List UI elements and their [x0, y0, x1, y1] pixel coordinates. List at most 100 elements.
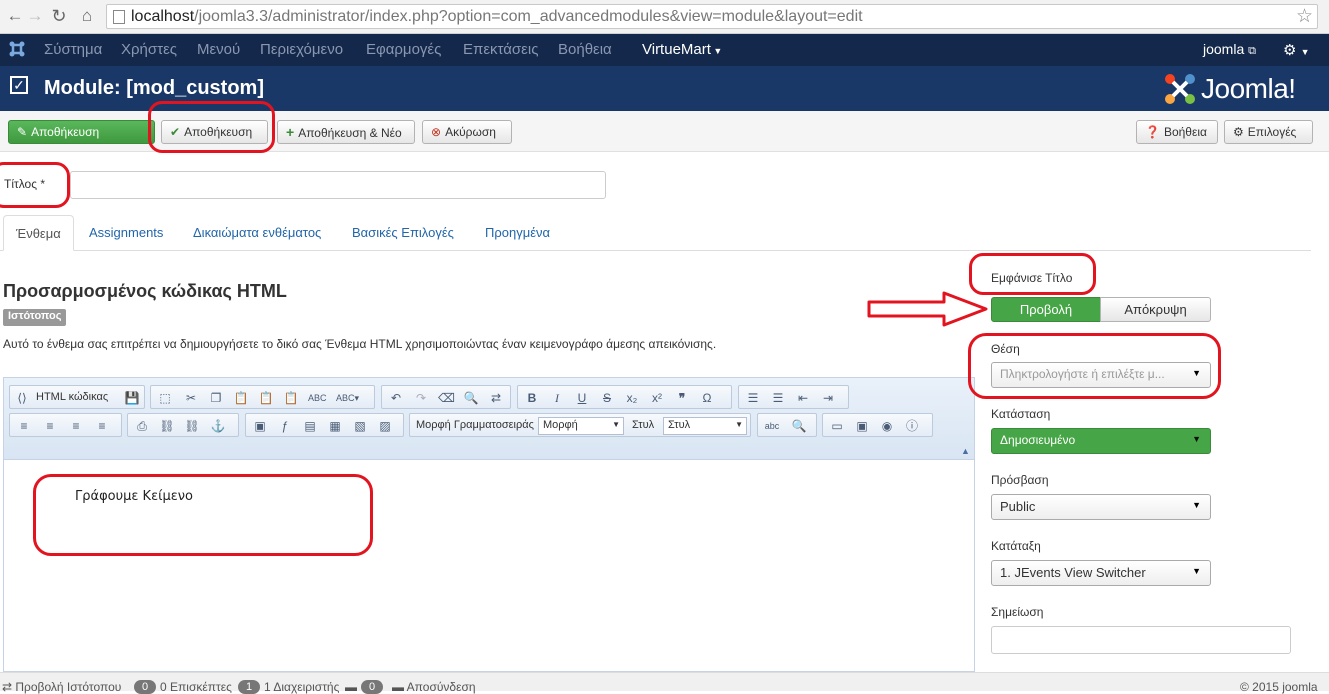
undo-icon[interactable]: ↶ — [388, 390, 404, 406]
options-button[interactable]: ⚙ Επιλογές — [1224, 120, 1313, 144]
align-center-icon[interactable]: ≡ — [42, 418, 58, 434]
strikethrough-icon[interactable]: S — [599, 390, 615, 406]
menu-menus[interactable]: Μενού — [197, 41, 240, 58]
view-site-link[interactable]: ⇄ Προβολή Ιστότοπου — [2, 680, 121, 694]
eraser-icon[interactable]: ⌫ — [438, 390, 455, 406]
menu-system[interactable]: Σύστημα — [44, 41, 102, 58]
align-left-icon[interactable]: ≡ — [16, 418, 32, 434]
save-disk-icon[interactable]: 💾 — [124, 390, 140, 406]
spellcheck-dropdown-icon[interactable]: ABC▾ — [336, 390, 359, 406]
cancel-circle-icon: ⊗ — [431, 125, 442, 139]
menu-virtuemart[interactable]: VirtueMart ▼ — [642, 41, 722, 58]
access-select[interactable]: Public ▼ — [991, 494, 1211, 520]
joomla-logo-icon[interactable] — [8, 40, 26, 58]
visitors-label-text: Επισκέπτες — [170, 680, 232, 694]
logout-label: Αποσύνδεση — [406, 680, 476, 694]
insert-media-icon[interactable]: ▧ — [352, 418, 368, 434]
insert-document-icon[interactable]: ▤ — [302, 418, 318, 434]
redo-icon[interactable]: ↷ — [413, 390, 429, 406]
access-value: Public — [1000, 499, 1036, 514]
format-select[interactable]: Μορφή ▼ — [538, 417, 624, 435]
module-description: Αυτό το ένθεμα σας επιτρέπει να δημιουργ… — [3, 337, 717, 351]
spellcheck-toggle-icon[interactable]: abc — [764, 418, 780, 434]
underline-icon[interactable]: U — [574, 390, 590, 406]
user-menu[interactable]: joomla ⧉ — [1203, 41, 1256, 58]
edit-icon: ✎ — [17, 125, 28, 139]
html-code-button[interactable]: HTML κώδικας — [36, 391, 108, 403]
style-select[interactable]: Στυλ ▼ — [663, 417, 747, 435]
bookmark-star-icon[interactable]: ☆ — [1296, 5, 1313, 28]
blockquote-icon[interactable]: ❞ — [674, 390, 690, 406]
unlink-icon[interactable]: ⛓ — [184, 418, 200, 434]
menu-users[interactable]: Χρήστες — [121, 41, 177, 58]
special-char-icon[interactable]: Ω — [699, 390, 715, 406]
info-icon[interactable]: ⓘ — [904, 418, 920, 434]
menu-virtuemart-label: VirtueMart — [642, 41, 711, 58]
menu-components[interactable]: Εφαρμογές — [366, 41, 441, 58]
select-all-icon[interactable]: ⬚ — [157, 390, 173, 406]
italic-icon[interactable]: I — [549, 390, 565, 406]
address-bar[interactable]: localhost/joomla3.3/administrator/index.… — [106, 4, 1318, 29]
paste-text-icon[interactable]: 📋 — [258, 390, 274, 406]
show-title-hide-button[interactable]: Απόκρυψη — [1100, 297, 1211, 322]
forward-arrow-icon[interactable]: → — [24, 5, 46, 27]
tab-permissions[interactable]: Δικαιώματα ενθέματος — [193, 215, 321, 251]
outdent-icon[interactable]: ⇤ — [795, 390, 811, 406]
bold-icon[interactable]: B — [524, 390, 540, 406]
fullscreen-icon[interactable]: ▭ — [829, 418, 845, 434]
reload-icon[interactable]: ↻ — [48, 5, 70, 27]
save-button[interactable]: ✎ Αποθήκευση — [8, 120, 155, 144]
insert-template-icon[interactable]: ▨ — [377, 418, 393, 434]
align-right-icon[interactable]: ≡ — [68, 418, 84, 434]
chevron-down-icon: ▼ — [1192, 500, 1201, 510]
ordering-select[interactable]: 1. JEvents View Switcher ▼ — [991, 560, 1211, 586]
superscript-icon[interactable]: x² — [649, 390, 665, 406]
note-input[interactable] — [991, 626, 1291, 654]
menu-content[interactable]: Περιεχόμενο — [260, 41, 343, 58]
align-justify-icon[interactable]: ≡ — [94, 418, 110, 434]
copy-icon[interactable]: ❐ — [208, 390, 224, 406]
paste-icon[interactable]: 📋 — [233, 390, 249, 406]
menu-extensions[interactable]: Επεκτάσεις — [463, 41, 538, 58]
help-button[interactable]: ❓ Βοήθεια — [1136, 120, 1218, 144]
replace-icon[interactable]: ⇄ — [488, 390, 504, 406]
settings-gear-icon[interactable]: ⚙ ▼ — [1283, 41, 1310, 59]
insert-flash-icon[interactable]: ƒ — [277, 418, 293, 434]
unordered-list-icon[interactable]: ☰ — [770, 390, 786, 406]
anchor-icon[interactable]: ⚓ — [210, 418, 226, 434]
status-footer: ⇄ Προβολή Ιστότοπου 0 0 Επισκέπτες 1 1 Δ… — [0, 672, 1329, 694]
tab-advanced[interactable]: Προηγμένα — [485, 215, 550, 251]
search-icon[interactable]: 🔍 — [791, 418, 807, 434]
editor-group-align: ≡ ≡ ≡ ≡ — [9, 413, 122, 437]
annotation-ring-title — [0, 162, 70, 208]
link-icon[interactable]: ⛓ — [159, 418, 175, 434]
status-select[interactable]: Δημοσιευμένο ▼ — [991, 428, 1211, 454]
print-icon[interactable]: ⎙ — [134, 418, 150, 434]
paste-word-icon[interactable]: 📋 — [283, 390, 299, 406]
tab-module[interactable]: Ένθεμα — [3, 215, 74, 251]
home-icon[interactable]: ⌂ — [76, 5, 98, 27]
editor-group-links: ⎙ ⛓ ⛓ ⚓ — [127, 413, 239, 437]
ordered-list-icon[interactable]: ☰ — [745, 390, 761, 406]
menu-help[interactable]: Βοήθεια — [558, 41, 612, 58]
cut-icon[interactable]: ✂ — [183, 390, 199, 406]
subscript-icon[interactable]: x₂ — [624, 390, 640, 406]
find-icon[interactable]: 🔍 — [463, 390, 479, 406]
spellcheck-icon[interactable]: ABC — [308, 390, 327, 406]
logout-link[interactable]: ▬ Αποσύνδεση — [392, 680, 476, 694]
preview-icon[interactable]: ▣ — [854, 418, 870, 434]
title-input[interactable] — [70, 171, 606, 199]
show-title-show-button[interactable]: Προβολή — [991, 297, 1101, 322]
cancel-button[interactable]: ⊗ Ακύρωση — [422, 120, 512, 144]
tab-basic-options[interactable]: Βασικές Επιλογές — [352, 215, 454, 251]
url-path: /joomla3.3/administrator/index.php?optio… — [194, 8, 863, 25]
tab-assignments[interactable]: Assignments — [89, 215, 163, 251]
color-picker-icon[interactable]: ◉ — [879, 418, 895, 434]
save-new-button[interactable]: + Αποθήκευση & Νέο — [277, 120, 415, 144]
indent-icon[interactable]: ⇥ — [820, 390, 836, 406]
editor-group-insert: ▣ ƒ ▤ ▦ ▧ ▨ — [245, 413, 404, 437]
back-arrow-icon[interactable]: ← — [4, 5, 26, 27]
insert-table-icon[interactable]: ▦ — [327, 418, 343, 434]
collapse-toolbar-icon[interactable]: ▲ — [961, 446, 970, 456]
insert-image-icon[interactable]: ▣ — [252, 418, 268, 434]
